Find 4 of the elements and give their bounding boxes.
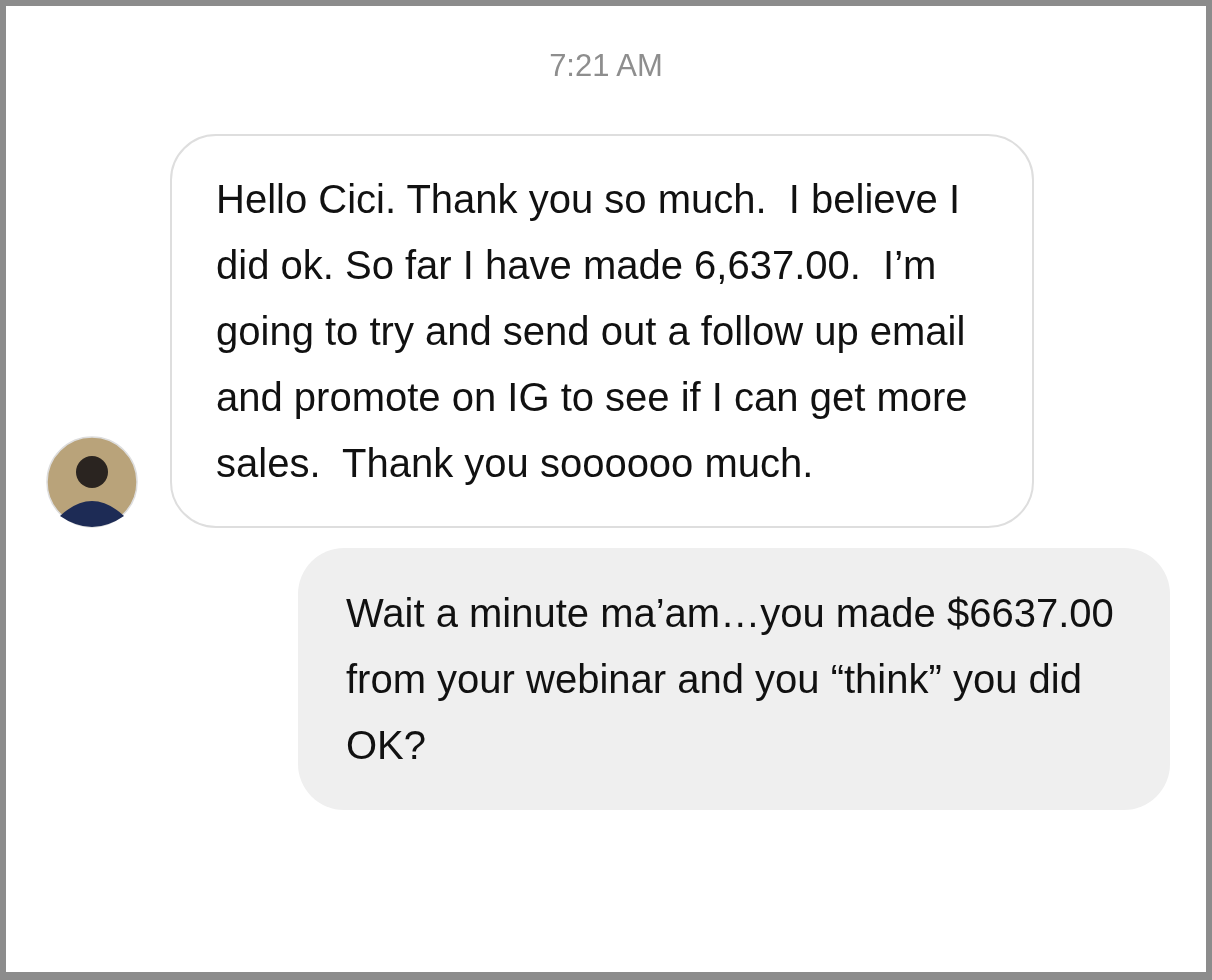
timestamp: 7:21 AM [548, 48, 664, 84]
sent-message: Wait a minute ma’am…you made $6637.00 from your webinar and you “think” you did OK? [298, 548, 1170, 810]
received-message: Hello Cici. Thank you so much. I believe I did ok. So far I have made 6,637.00. I’m going to try and send out a follow up email and promote on IG to see if I can get more sales. Thank you soooooo much. [170, 134, 1034, 528]
avatar-icon[interactable] [46, 436, 138, 528]
